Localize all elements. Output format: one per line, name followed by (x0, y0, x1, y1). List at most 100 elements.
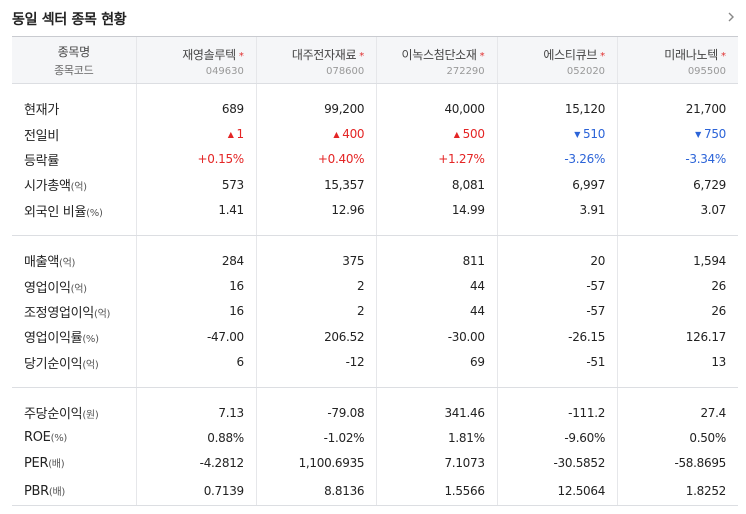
value-text: 6,997 (572, 177, 606, 192)
triangle-down-icon: ▼ (695, 130, 701, 140)
value-text: -111.2 (568, 405, 606, 420)
value-cell: 811 (376, 247, 498, 274)
value-text: +0.15% (197, 152, 245, 167)
value-cell: 1.41 (135, 197, 257, 223)
company-name-link[interactable]: 에스티큐브 (543, 48, 597, 62)
row-unit: (억) (82, 359, 99, 371)
value-cell: 206.52 (255, 324, 377, 350)
company-header-0[interactable]: 재영솔루텍 * 049630 (135, 36, 257, 84)
stock-name-header: 종목명 (57, 44, 91, 59)
value-cell: 16 (135, 298, 257, 325)
company-name-link[interactable]: 재영솔루텍 (182, 48, 236, 62)
value-text: 284 (221, 253, 244, 268)
value-cell: 1,594 (617, 247, 738, 274)
value-text: 7.13 (218, 405, 244, 420)
value-cell: 20 (496, 247, 618, 274)
triangle-up-icon: ▲ (333, 130, 340, 140)
value-cell: -26.15 (496, 324, 618, 350)
spacer-cell (135, 374, 257, 388)
peer-comparison-table: 종목명 종목코드 재영솔루텍 * 049630 대주전자재료 * 078600 이녹스첨단소… (12, 36, 738, 507)
value-cell: 3.07 (617, 197, 738, 223)
spacer-cell (12, 235, 136, 248)
value-text: 689 (221, 101, 244, 116)
company-code: 095500 (687, 65, 726, 77)
row-unit: (억) (93, 308, 111, 320)
table-row: 전일비 ▲ 1 ▲ 400 ▲ 500 ▼ 510 ▼ 750 (12, 121, 738, 147)
value-cell: 44 (376, 273, 498, 299)
value-text: 3.91 (579, 203, 606, 218)
header-label-cell: 종목명 종목코드 (12, 36, 136, 84)
value-cell: 2 (255, 273, 377, 299)
row-label: 외국인 비율(%) (12, 198, 136, 223)
value-cell: 27.4 (617, 399, 738, 426)
row-unit: (%) (86, 207, 103, 219)
table-row: 조정영업이익(억) 16 2 44 -57 26 (12, 298, 738, 325)
value-cell: ▲ 500 (376, 121, 498, 147)
value-cell: 284 (135, 247, 257, 274)
spacer-cell (135, 387, 257, 400)
table-row: 외국인 비율(%) 1.41 12.96 14.99 3.91 3.07 (12, 197, 738, 223)
value-cell: ▼ 510 (496, 121, 618, 147)
table-row: PBR(배) 0.7139 8.8136 1.5566 12.5064 1.8252 (12, 476, 738, 507)
value-cell: 14.99 (376, 197, 498, 223)
value-cell: ▼ 750 (617, 121, 738, 147)
chevron-right-icon[interactable] (724, 10, 738, 24)
company-name-link[interactable]: 대주전자재료 (292, 48, 357, 62)
spacer-cell (376, 374, 498, 388)
table-row: 당기순이익(억) 6 -12 69 -51 13 (12, 349, 738, 375)
value-text: -58.8695 (674, 456, 726, 471)
table-header-row: 종목명 종목코드 재영솔루텍 * 049630 대주전자재료 * 078600 이녹스첨단소… (12, 36, 738, 84)
value-text: 27.4 (700, 405, 726, 420)
value-text: 1.81% (448, 430, 485, 445)
value-text: 1.41 (218, 203, 244, 218)
value-cell: -1.02% (255, 425, 377, 451)
row-label-text: 영업이익 (24, 280, 71, 296)
value-cell: 12.96 (255, 197, 377, 223)
row-label-text: 외국인 비율 (24, 204, 87, 220)
spacer-cell (12, 222, 136, 236)
value-text: 1.8252 (685, 483, 727, 498)
value-cell: 6,729 (617, 172, 738, 198)
spacer-cell (376, 83, 498, 96)
value-cell: 2 (255, 298, 377, 325)
company-header-2[interactable]: 이녹스첨단소재 * 272290 (376, 36, 498, 84)
spacer-cell (135, 83, 257, 96)
value-text: 12.96 (331, 203, 365, 218)
company-name-link[interactable]: 이녹스첨단소재 (401, 48, 476, 62)
company-header-4[interactable]: 미래나노텍 * 095500 (617, 36, 738, 84)
star-icon: * (238, 50, 244, 62)
value-text: 1.5566 (444, 483, 485, 498)
spacer-cell (496, 387, 618, 400)
spacer-cell (617, 387, 738, 400)
row-label-text: 매출액 (24, 255, 59, 271)
value-text: 510 (583, 127, 606, 142)
value-text: 13 (711, 355, 726, 370)
row-label: PBR(배) (12, 476, 136, 507)
spacer-cell (496, 374, 618, 388)
table-body: 현재가 689 99,200 40,000 15,120 21,700 전일비 ▲ 1 ▲ 400 ▲… (12, 83, 738, 507)
group-divider (12, 222, 738, 236)
value-text: -3.34% (685, 152, 726, 167)
value-text: 7.1073 (444, 456, 485, 471)
value-text: -47.00 (207, 329, 244, 344)
spacer-cell (135, 222, 257, 236)
value-cell: 0.88% (135, 425, 257, 451)
company-code: 052020 (566, 65, 606, 77)
company-header-3[interactable]: 에스티큐브 * 052020 (496, 36, 618, 84)
value-cell: 341.46 (376, 399, 498, 426)
row-label: PER(배) (12, 451, 136, 476)
row-label: 등락률 (12, 147, 136, 172)
spacer-cell (496, 235, 618, 248)
row-label-text: PER (24, 456, 49, 472)
company-code: 049630 (205, 65, 244, 77)
value-text: 2 (356, 279, 365, 294)
row-unit: (%) (50, 433, 68, 445)
row-label: 주당순이익(원) (12, 400, 136, 425)
company-name-link[interactable]: 미래나노텍 (664, 48, 718, 62)
value-text: 20 (590, 253, 606, 268)
spacer-cell (617, 374, 738, 388)
value-text: 573 (221, 177, 244, 192)
value-text: -4.2812 (199, 456, 245, 471)
group-spacer (12, 235, 738, 248)
company-header-1[interactable]: 대주전자재료 * 078600 (255, 36, 377, 84)
